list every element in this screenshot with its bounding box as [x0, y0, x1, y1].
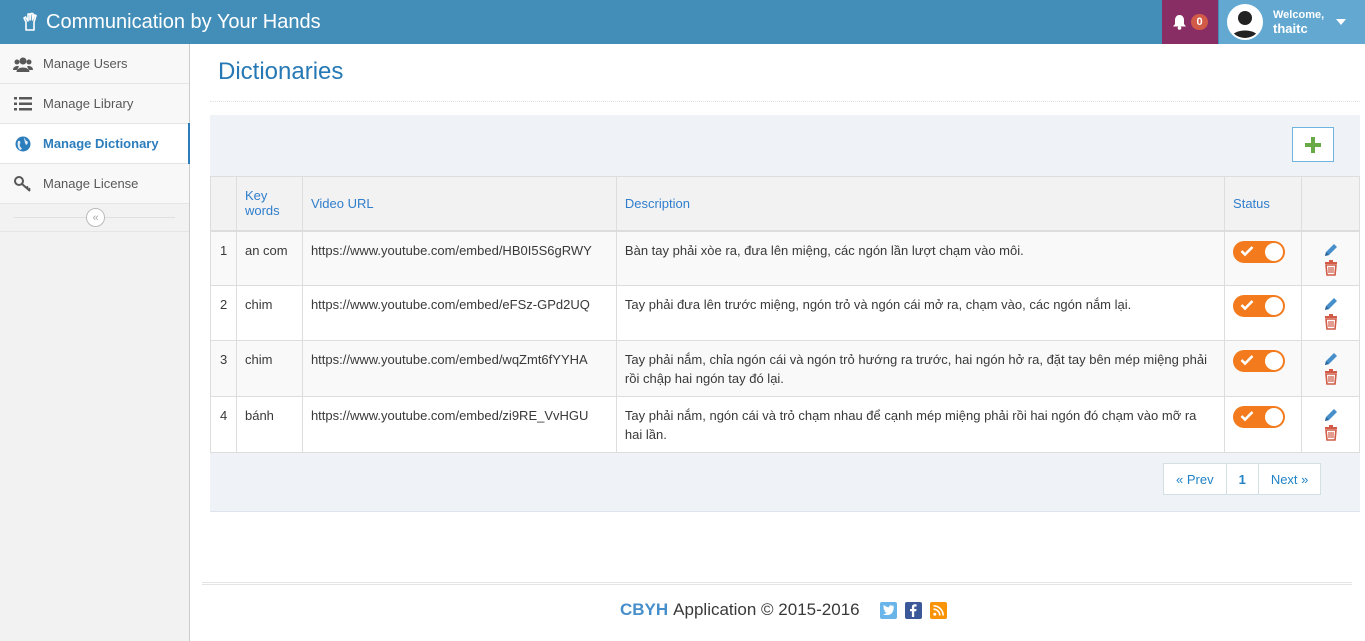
status-toggle[interactable]	[1233, 350, 1286, 372]
video-url-cell: https://www.youtube.com/embed/eFSz-GPd2U…	[301, 285, 617, 341]
welcome-label: Welcome,	[1273, 9, 1325, 21]
app-title: Communication by Your Hands	[46, 10, 321, 33]
top-navbar: Communication by Your Hands 0 Welcome, t…	[0, 0, 1365, 44]
trash-icon[interactable]	[1324, 259, 1338, 276]
status-cell	[1224, 285, 1303, 341]
plus-icon	[1305, 136, 1321, 153]
sidebar-item-label: Manage Users	[43, 56, 128, 71]
prev-page-button[interactable]: « Prev	[1164, 464, 1227, 494]
sidebar-item-label: Manage Library	[43, 96, 134, 111]
table-row: 2 chim https://www.youtube.com/embed/eFS…	[210, 285, 1360, 341]
globe-icon	[12, 136, 34, 152]
sidebar-item-license[interactable]: Manage License	[0, 164, 189, 204]
row-number: 1	[210, 230, 237, 286]
footer-text: Application © 2015-2016	[673, 600, 860, 619]
status-toggle[interactable]	[1233, 406, 1286, 428]
status-toggle[interactable]	[1233, 240, 1286, 263]
row-number: 4	[210, 396, 237, 453]
status-cell	[1224, 396, 1303, 453]
hand-icon	[23, 12, 37, 31]
col-header-description[interactable]: Description	[615, 176, 1226, 232]
status-toggle[interactable]	[1233, 295, 1286, 317]
users-icon	[12, 56, 34, 72]
notification-count-badge: 0	[1191, 14, 1208, 30]
actions-cell	[1301, 340, 1360, 397]
actions-cell	[1301, 285, 1360, 341]
check-icon	[1240, 300, 1254, 311]
footer: CBYH Application © 2015-2016	[620, 600, 947, 620]
sidebar: Manage Users Manage Library Manage Dicti…	[0, 44, 190, 641]
table-row: 1 an com https://www.youtube.com/embed/H…	[210, 230, 1360, 286]
col-header-status[interactable]: Status	[1224, 176, 1303, 232]
description-cell: Tay phải đưa lên trước miệng, ngón trỏ v…	[615, 285, 1226, 341]
app-brand[interactable]: Communication by Your Hands	[20, 0, 321, 44]
sidebar-item-label: Manage License	[43, 176, 139, 191]
check-icon	[1240, 411, 1254, 422]
sidebar-item-dictionary[interactable]: Manage Dictionary	[0, 123, 190, 164]
video-url-cell: https://www.youtube.com/embed/HB0I5S6gRW…	[301, 230, 617, 286]
check-icon	[1240, 355, 1254, 366]
key-icon	[12, 175, 34, 192]
avatar	[1227, 4, 1263, 40]
table-row: 4 bánh https://www.youtube.com/embed/zi9…	[210, 396, 1360, 453]
trash-icon[interactable]	[1324, 314, 1338, 330]
double-chevron-left-icon[interactable]: «	[86, 208, 105, 227]
dictionary-table: Key words Video URL Description Status 1…	[210, 176, 1360, 453]
page-title: Dictionaries	[218, 58, 344, 85]
list-icon	[12, 96, 34, 111]
trash-icon[interactable]	[1324, 369, 1338, 385]
bell-icon	[1173, 15, 1187, 30]
col-header-keywords[interactable]: Key words	[235, 176, 303, 232]
footer-brand: CBYH	[620, 600, 669, 619]
check-icon	[1240, 245, 1254, 256]
video-url-cell: https://www.youtube.com/embed/wqZmt6fYYH…	[301, 340, 617, 397]
row-number: 3	[210, 340, 237, 397]
next-page-button[interactable]: Next »	[1259, 464, 1321, 494]
sidebar-collapse-row: «	[0, 204, 189, 232]
sidebar-item-library[interactable]: Manage Library	[0, 84, 189, 124]
notifications-button[interactable]: 0	[1162, 0, 1218, 44]
pencil-icon[interactable]	[1323, 242, 1339, 258]
sidebar-item-users[interactable]: Manage Users	[0, 44, 189, 84]
pencil-icon[interactable]	[1323, 351, 1339, 367]
pencil-icon[interactable]	[1323, 407, 1339, 423]
current-page-button[interactable]: 1	[1227, 464, 1259, 494]
col-header-video-url[interactable]: Video URL	[301, 176, 617, 232]
trash-icon[interactable]	[1324, 425, 1338, 441]
facebook-icon[interactable]	[904, 601, 922, 619]
col-header-number	[210, 176, 237, 232]
actions-cell	[1301, 396, 1360, 453]
row-number: 2	[210, 285, 237, 341]
video-url-cell: https://www.youtube.com/embed/zi9RE_VvHG…	[301, 396, 617, 453]
title-divider	[210, 101, 1360, 102]
user-menu[interactable]: Welcome, thaitc	[1219, 0, 1365, 44]
col-header-actions	[1301, 176, 1360, 232]
keyword-cell: bánh	[235, 396, 303, 453]
caret-down-icon	[1336, 19, 1347, 25]
footer-divider	[202, 582, 1352, 585]
pencil-icon[interactable]	[1323, 296, 1339, 312]
keyword-cell: chim	[235, 285, 303, 341]
status-cell	[1224, 340, 1303, 397]
rss-icon[interactable]	[929, 601, 947, 619]
keyword-cell: an com	[235, 230, 303, 286]
pagination: « Prev 1 Next »	[1163, 463, 1322, 495]
dictionary-widget: Key words Video URL Description Status 1…	[210, 115, 1360, 512]
description-cell: Bàn tay phải xòe ra, đưa lên miệng, các …	[615, 230, 1226, 286]
add-entry-button[interactable]	[1292, 127, 1334, 162]
description-cell: Tay phải nắm, chỉa ngón cái và ngón trỏ …	[615, 340, 1226, 397]
table-row: 3 chim https://www.youtube.com/embed/wqZ…	[210, 340, 1360, 397]
description-cell: Tay phải nắm, ngón cái và trỏ chạm nhau …	[615, 396, 1226, 453]
username: thaitc	[1273, 21, 1308, 36]
twitter-icon[interactable]	[879, 601, 897, 619]
status-cell	[1224, 230, 1303, 286]
sidebar-item-label: Manage Dictionary	[43, 136, 159, 151]
actions-cell	[1301, 230, 1360, 286]
keyword-cell: chim	[235, 340, 303, 397]
